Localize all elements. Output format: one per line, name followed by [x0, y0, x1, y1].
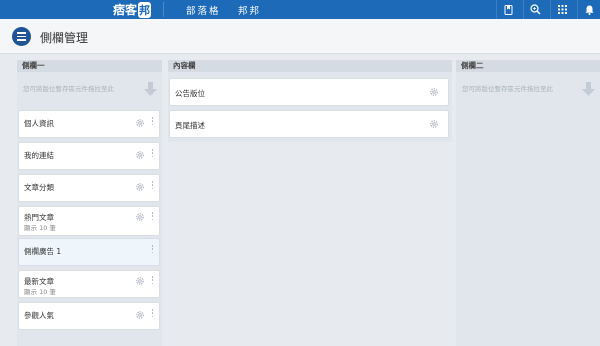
- menu-toggle-button[interactable]: [12, 27, 31, 46]
- widget-card[interactable]: 我的連結: [18, 142, 160, 170]
- page-header: 側欄管理: [0, 19, 600, 54]
- bell-icon: [585, 5, 594, 15]
- gear-icon[interactable]: [429, 119, 439, 129]
- search-icon: [530, 4, 541, 15]
- down-arrow-icon: [144, 82, 157, 96]
- widget-title: 頁尾描述: [175, 121, 205, 130]
- gear-icon[interactable]: [135, 118, 145, 128]
- drag-handle-icon[interactable]: [151, 212, 154, 221]
- apps-button[interactable]: [550, 0, 574, 19]
- gear-icon[interactable]: [135, 310, 145, 320]
- bookmark-icon: [504, 4, 513, 15]
- drop-hint: 您可將版位暫存區元件拖拉至此: [462, 85, 553, 93]
- widget-title: 公告版位: [175, 89, 205, 98]
- logo-box-text: 邦: [138, 2, 152, 18]
- gear-icon[interactable]: [135, 212, 145, 222]
- logo-divider: [163, 2, 164, 17]
- widget-card[interactable]: 最新文章 顯示 10 筆: [18, 270, 160, 298]
- search-button[interactable]: [523, 0, 547, 19]
- widget-subtitle: 顯示 10 筆: [24, 224, 56, 232]
- column-title: 內容欄: [168, 60, 452, 72]
- widget-card[interactable]: 側欄廣告 1: [18, 238, 160, 266]
- nav-blog-link[interactable]: 部落格: [186, 3, 221, 17]
- drop-zone[interactable]: 您可將版位暫存區元件拖拉至此: [17, 72, 162, 98]
- drag-handle-icon[interactable]: [151, 276, 154, 285]
- widget-title: 我的連結: [24, 151, 54, 160]
- drag-handle-icon[interactable]: [151, 181, 154, 190]
- column-title: 側欄一: [17, 60, 162, 72]
- hamburger-icon: [17, 32, 26, 34]
- apps-grid-icon: [558, 5, 567, 14]
- logo-text: 痞客: [113, 3, 138, 17]
- widget-subtitle: 顯示 10 筆: [24, 288, 56, 296]
- drop-hint: 您可將版位暫存區元件拖拉至此: [23, 85, 114, 93]
- drag-handle-icon[interactable]: [151, 117, 154, 126]
- widget-card[interactable]: 熱門文章 顯示 10 筆: [18, 206, 160, 236]
- widget-title: 側欄廣告 1: [24, 247, 62, 256]
- widget-card[interactable]: 頁尾描述: [169, 110, 449, 138]
- sidebar-two-column: 側欄二 您可將版位暫存區元件拖拉至此: [456, 60, 600, 346]
- drag-handle-icon[interactable]: [151, 149, 154, 158]
- nav-bangbang-link[interactable]: 邦邦: [238, 3, 261, 17]
- column-title: 側欄二: [456, 60, 600, 72]
- top-navbar: 痞客邦 部落格 邦邦: [0, 0, 600, 19]
- gear-icon[interactable]: [135, 182, 145, 192]
- gear-icon[interactable]: [135, 150, 145, 160]
- drag-handle-icon[interactable]: [151, 245, 154, 254]
- widget-card[interactable]: 公告版位: [169, 78, 449, 106]
- gear-icon[interactable]: [429, 87, 439, 97]
- gear-icon[interactable]: [135, 276, 145, 286]
- widget-title: 參觀人氣: [24, 311, 54, 320]
- widget-title: 文章分類: [24, 183, 54, 192]
- widget-card[interactable]: 文章分類: [18, 174, 160, 202]
- widget-title: 個人資訊: [24, 119, 54, 128]
- page-title: 側欄管理: [40, 31, 89, 45]
- widget-card[interactable]: 參觀人氣: [18, 302, 160, 330]
- down-arrow-icon: [582, 82, 595, 96]
- drag-handle-icon[interactable]: [151, 309, 154, 318]
- pixnet-logo[interactable]: 痞客邦: [113, 1, 152, 18]
- bookmark-button[interactable]: [496, 0, 520, 19]
- notifications-button[interactable]: [577, 0, 600, 19]
- drop-zone[interactable]: 您可將版位暫存區元件拖拉至此: [456, 72, 600, 98]
- widget-card[interactable]: 個人資訊: [18, 110, 160, 138]
